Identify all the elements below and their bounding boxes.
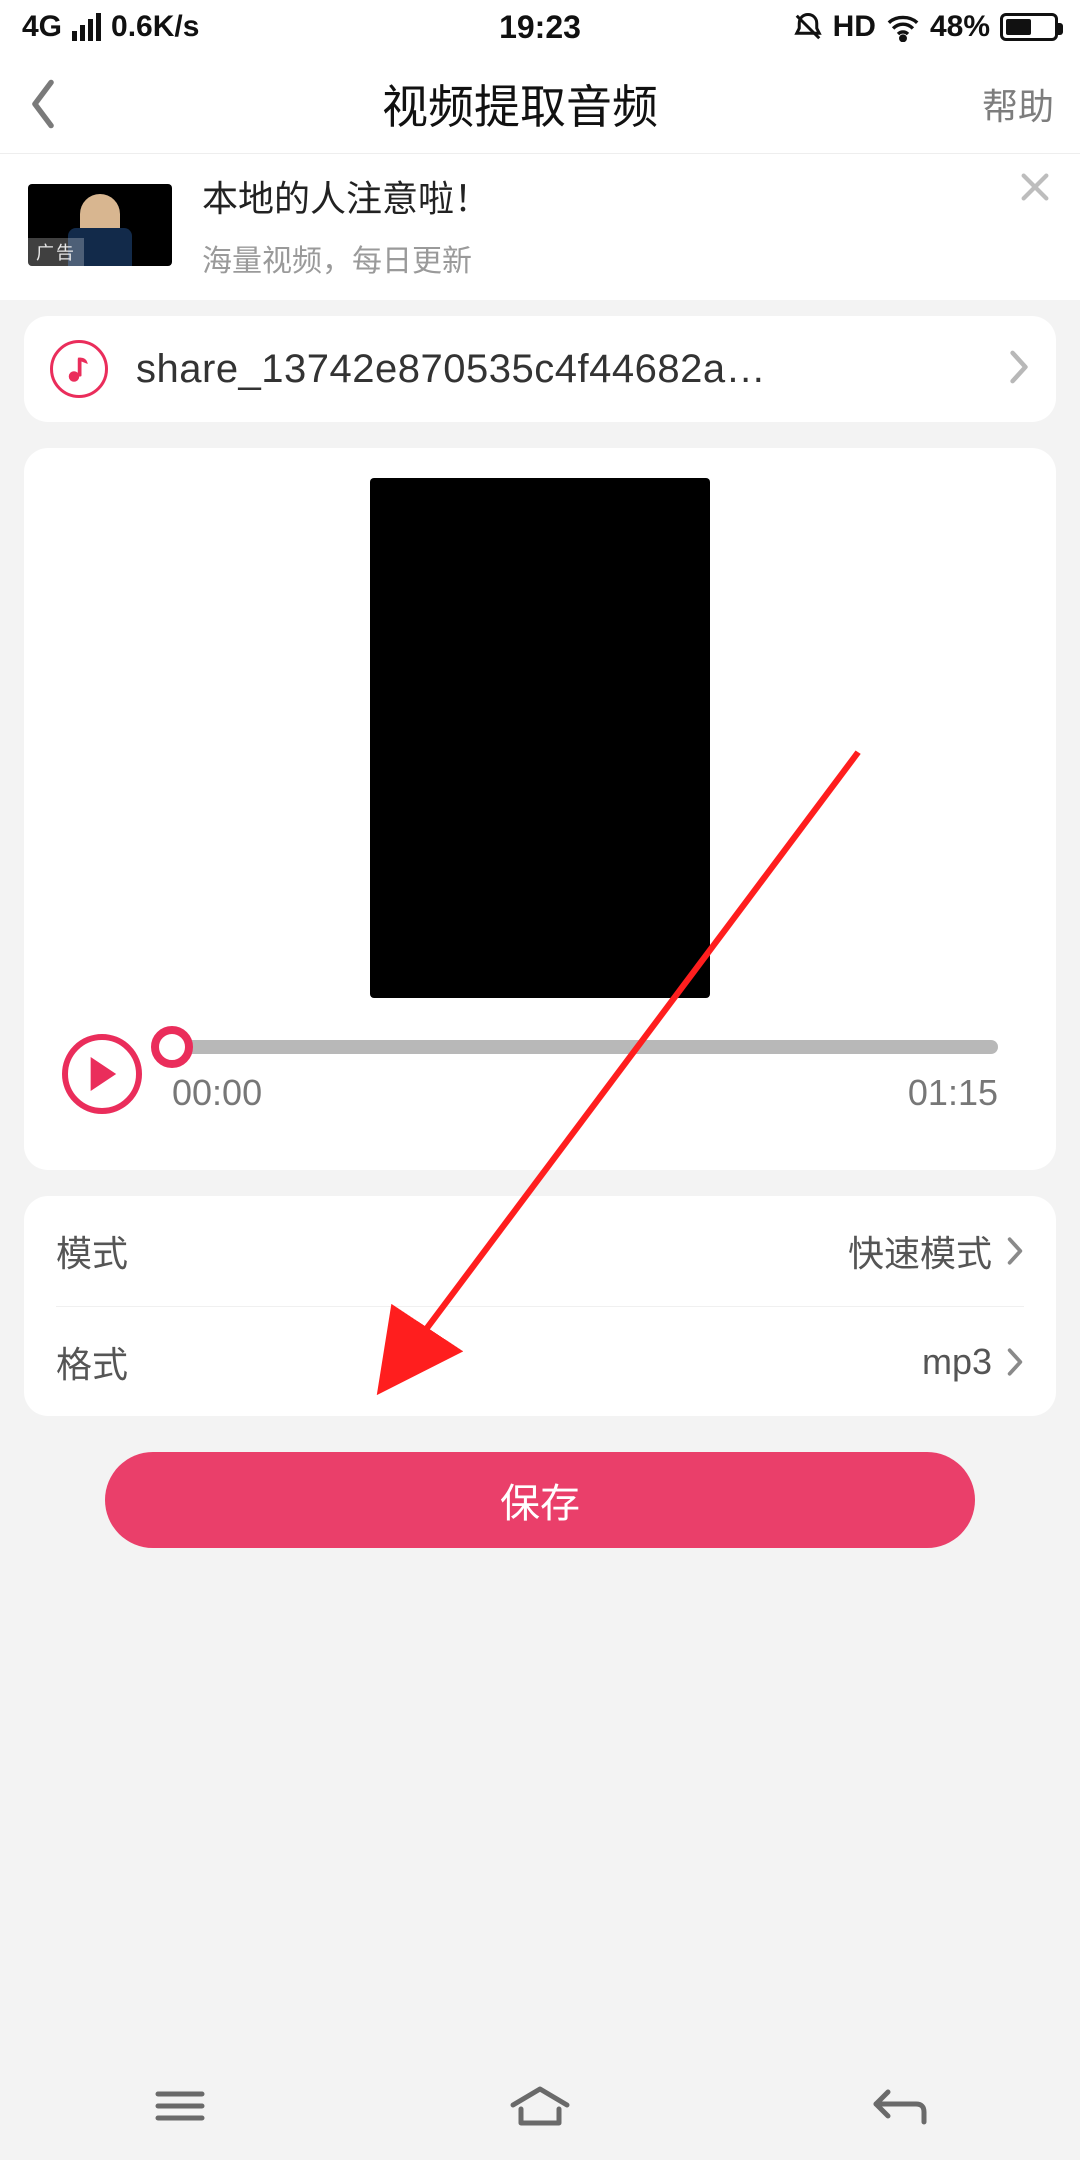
seek-thumb[interactable]	[151, 1026, 193, 1068]
back-button[interactable]	[26, 77, 96, 131]
file-name: share_13742e870535c4f44682a…	[136, 347, 980, 392]
title-bar: 视频提取音频 帮助	[0, 54, 1080, 154]
system-nav-bar	[0, 2052, 1080, 2160]
total-time: 01:15	[908, 1072, 998, 1114]
save-button[interactable]: 保存	[105, 1452, 975, 1548]
ad-subtitle: 海量视频，每日更新	[202, 236, 490, 280]
nav-back-button[interactable]	[855, 2076, 945, 2136]
page-title: 视频提取音频	[96, 71, 944, 137]
mute-icon	[793, 12, 823, 42]
preview-card: 00:00 01:15	[24, 448, 1056, 1170]
chevron-right-icon	[1006, 1347, 1024, 1377]
hd-label: HD	[833, 10, 876, 44]
play-button[interactable]	[62, 1034, 142, 1114]
wifi-icon	[886, 12, 920, 42]
ad-close-button[interactable]	[1014, 166, 1056, 208]
music-note-icon	[50, 340, 108, 398]
seek-slider[interactable]	[172, 1040, 998, 1054]
options-card: 模式 快速模式 格式 mp3	[24, 1196, 1056, 1416]
video-preview[interactable]	[370, 478, 710, 998]
mode-label: 模式	[56, 1225, 128, 1277]
status-bar: 4G 0.6K/s 19:23 HD 48%	[0, 0, 1080, 54]
current-time: 00:00	[172, 1072, 262, 1114]
network-label: 4G	[22, 10, 62, 44]
ad-tag: 广告	[28, 238, 84, 266]
chevron-right-icon	[1008, 349, 1030, 390]
file-card[interactable]: share_13742e870535c4f44682a…	[24, 316, 1056, 422]
battery-pct: 48%	[930, 10, 990, 44]
help-link[interactable]: 帮助	[944, 78, 1054, 130]
chevron-right-icon	[1006, 1236, 1024, 1266]
nav-home-button[interactable]	[495, 2076, 585, 2136]
mode-row[interactable]: 模式 快速模式	[56, 1196, 1024, 1306]
format-row[interactable]: 格式 mp3	[56, 1306, 1024, 1416]
format-value: mp3	[922, 1341, 992, 1383]
battery-icon	[1000, 13, 1058, 41]
ad-thumbnail: 广告	[28, 184, 172, 266]
ad-banner[interactable]: 广告 本地的人注意啦！ 海量视频，每日更新	[0, 154, 1080, 300]
nav-menu-button[interactable]	[135, 2076, 225, 2136]
ad-title: 本地的人注意啦！	[202, 170, 490, 222]
mode-value: 快速模式	[848, 1225, 992, 1277]
format-label: 格式	[56, 1336, 128, 1388]
data-speed: 0.6K/s	[111, 10, 199, 44]
signal-icon	[72, 13, 101, 41]
clock: 19:23	[499, 9, 581, 46]
